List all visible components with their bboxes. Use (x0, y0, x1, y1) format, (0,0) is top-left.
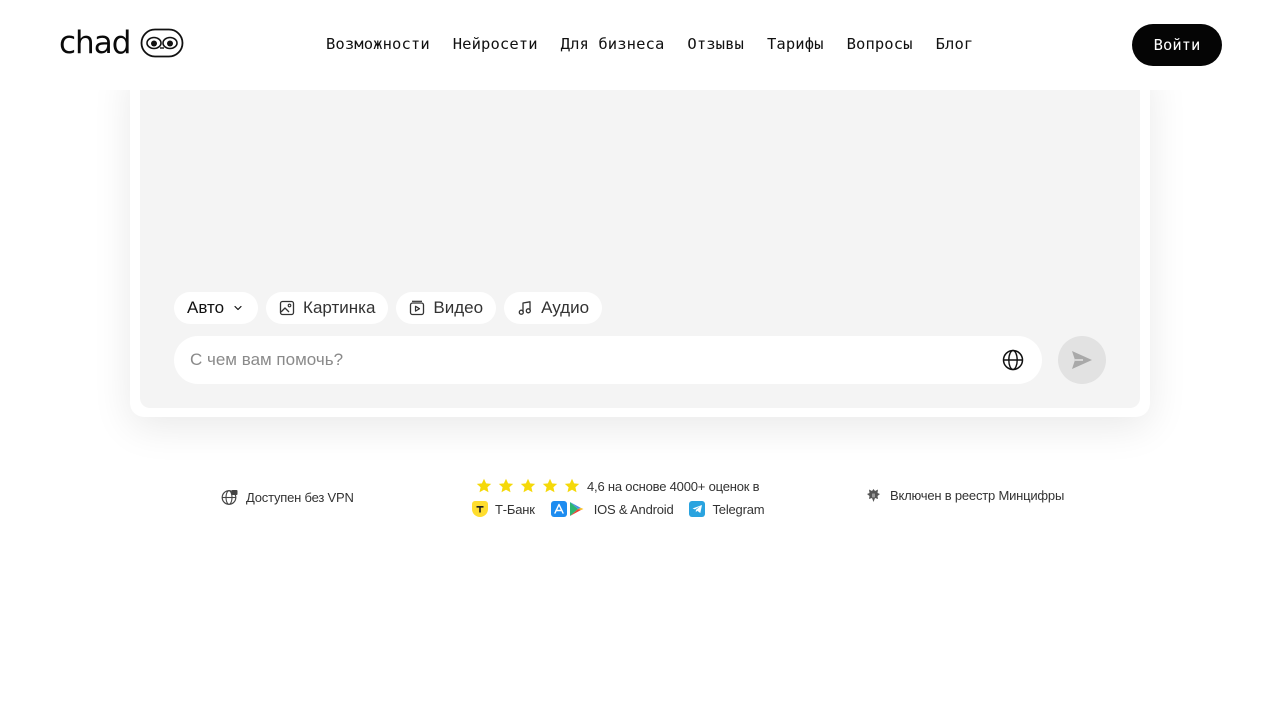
mode-auto-label: Авто (187, 298, 225, 317)
nav-pricing[interactable]: Тарифы (767, 35, 824, 53)
star-icon (542, 478, 558, 493)
tbank-link[interactable]: Т-Банк (495, 502, 535, 517)
nav-reviews[interactable]: Отзывы (687, 35, 744, 53)
app-store-icon (550, 501, 567, 517)
mincifry-info: Включен в реестр Минцифры (865, 487, 1064, 504)
ios-android-link[interactable]: IOS & Android (594, 502, 674, 517)
mode-image-button[interactable]: Картинка (266, 292, 389, 324)
logo-text: chad (59, 25, 131, 61)
google-play-icon (569, 502, 584, 516)
send-icon (1072, 351, 1092, 369)
mode-image-label: Картинка (303, 298, 376, 317)
music-note-icon (518, 301, 532, 315)
main-nav: Возможности Нейросети Для бизнеса Отзывы… (326, 35, 996, 53)
mode-audio-button[interactable]: Аудио (504, 292, 603, 324)
logo[interactable]: chad (59, 26, 184, 60)
logo-eyes-icon (140, 28, 184, 58)
nav-faq[interactable]: Вопросы (847, 35, 913, 53)
star-icon (520, 478, 536, 493)
nav-blog[interactable]: Блог (936, 35, 974, 53)
star-icon (498, 478, 514, 493)
send-button[interactable] (1058, 336, 1106, 384)
video-icon (410, 300, 425, 316)
rating-row: 4,6 на основе 4000+ оценок в (476, 478, 760, 494)
mode-video-label: Видео (433, 298, 484, 317)
nav-features[interactable]: Возможности (326, 35, 430, 53)
mode-auto-dropdown[interactable]: Авто (174, 292, 259, 324)
telegram-icon (689, 501, 706, 517)
globe-lock-icon (221, 490, 238, 505)
tbank-icon (472, 501, 488, 517)
nav-neural-networks[interactable]: Нейросети (453, 35, 538, 53)
login-button[interactable]: Войти (1132, 24, 1222, 66)
globe-icon[interactable] (1002, 349, 1024, 371)
mode-audio-label: Аудио (541, 298, 590, 317)
prompt-input-container (174, 336, 1042, 384)
prompt-input[interactable] (190, 336, 990, 384)
star-icon (476, 478, 492, 493)
mode-selector: Авто Картинка Видео Аудио (174, 292, 603, 324)
coat-of-arms-icon (867, 489, 880, 502)
vpn-text: Доступен без VPN (246, 490, 354, 505)
telegram-link[interactable]: Telegram (712, 502, 764, 517)
chevron-down-icon (234, 305, 242, 311)
site-header: chad Возможности Нейросети Для бизнеса О… (0, 0, 1280, 90)
image-icon (279, 300, 295, 316)
mode-video-button[interactable]: Видео (396, 292, 497, 324)
rating-text: 4,6 на основе 4000+ оценок в (587, 478, 760, 494)
mincifry-text: Включен в реестр Минцифры (890, 488, 1065, 503)
nav-business[interactable]: Для бизнеса (561, 35, 665, 53)
rating-sources: Т-Банк IOS & Android Telegram (472, 501, 765, 517)
star-icon (564, 478, 580, 493)
vpn-info: Доступен без VPN (221, 489, 354, 506)
